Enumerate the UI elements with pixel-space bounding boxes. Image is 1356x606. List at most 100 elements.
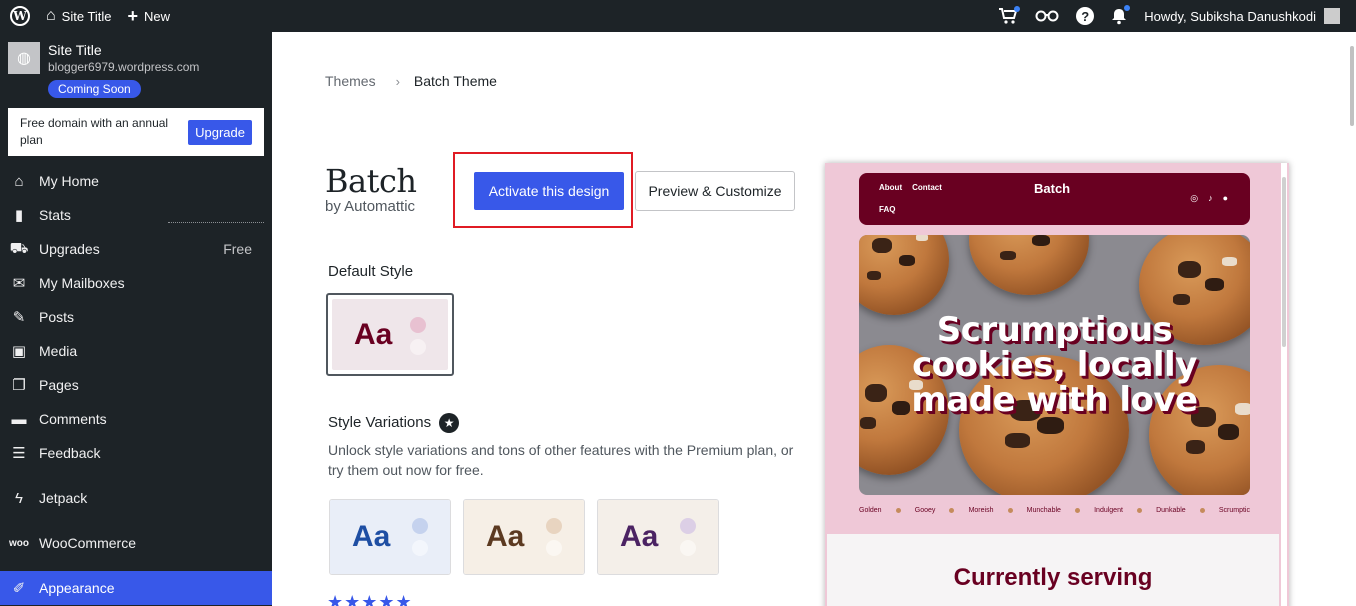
help-icon: ? [1076,7,1095,25]
instagram-icon: ◎ [1190,193,1199,203]
stats-icon: ▮ [14,207,24,224]
site-title-link[interactable]: ⌂ Site Title [38,0,120,32]
color-dot [546,518,562,534]
sidebar-item-label: Upgrades [39,241,100,257]
sidebar-item-posts[interactable]: ✎ Posts [0,300,272,334]
sidebar-item-jetpack[interactable]: ϟ Jetpack [0,481,272,515]
preview-tag: Golden [859,507,882,514]
preview-headline: Scrumptious cookies, locally made with l… [911,310,1198,420]
color-dot [410,317,426,333]
promo-text: Free domain with an annual plan [20,116,169,147]
new-content-link[interactable]: + New [120,0,179,32]
preview-nav-faq: FAQ [879,205,896,214]
cart-button[interactable] [990,0,1026,32]
wordpress-icon: W [10,6,30,26]
site-header[interactable]: ◍ Site Title blogger6979.wordpress.com C… [0,32,272,98]
activate-design-button[interactable]: Activate this design [474,172,624,210]
upgrade-promo: Free domain with an annual plan Upgrade [8,108,264,156]
avatar [1324,8,1340,24]
notifications-button[interactable] [1102,0,1136,32]
sidebar-item-stats[interactable]: ▮ Stats [0,198,272,232]
admin-bar: W ⌂ Site Title + New ? Howdy, Subiksha D… [0,0,1356,32]
sidebar-item-appearance[interactable]: ✐ Appearance [0,571,272,605]
preview-scrollbar[interactable] [1281,163,1287,606]
star-icon: ★ [439,413,460,433]
breadcrumb-themes-link[interactable]: Themes [325,73,376,89]
sidebar-item-label: Media [39,343,78,359]
cart-icon: ⛟ [9,239,29,257]
theme-title: Batch [325,162,417,200]
sidebar-item-label: Posts [39,309,75,325]
chevron-right-icon: › [395,73,400,89]
upgrade-button[interactable]: Upgrade [188,119,252,145]
color-dot [680,540,696,556]
wordpress-logo-button[interactable]: W [0,0,38,32]
sidebar-item-woocommerce[interactable]: woo WooCommerce [0,526,272,560]
sidebar-item-media[interactable]: ▣ Media [0,334,272,368]
menu-separator [0,470,272,481]
preview-nav-about: About [879,183,903,192]
preview-tag: Indulgent [1094,507,1123,514]
style-variation-1[interactable]: Aa [329,499,451,575]
sidebar-site-url: blogger6979.wordpress.com [48,60,200,74]
pages-icon: ❐ [12,377,26,394]
color-dot [680,518,696,534]
greeting-text: Howdy, Subiksha Danushkodi [1144,8,1316,24]
preview-customize-button[interactable]: Preview & Customize [635,171,795,211]
sidebar-item-upgrades[interactable]: ⛟ Upgrades Free [0,232,272,266]
swatch-preview: Aa [332,299,448,370]
preview-tag: Moreish [968,507,994,514]
default-style-swatch[interactable]: Aa [326,293,454,376]
plus-icon: + [127,5,139,26]
swatch-text: Aa [486,520,525,553]
default-style-heading: Default Style [328,263,414,280]
upgrades-plan-label: Free [223,241,252,257]
page-scrollbar[interactable] [1348,32,1356,606]
mail-icon: ✉ [12,275,26,292]
facebook-icon: ● [1222,193,1228,203]
coming-soon-badge[interactable]: Coming Soon [48,80,141,98]
sidebar-item-feedback[interactable]: ☰ Feedback [0,436,272,470]
preview-nav-links: About Contact [879,183,952,192]
theme-preview[interactable]: About Contact FAQ Batch ◎ ♪ ● Scrumptious… [825,163,1289,606]
globe-icon: ◍ [8,42,40,74]
sidebar-item-my-home[interactable]: ⌂ My Home [0,164,272,198]
reader-button[interactable] [1026,0,1068,32]
sidebar-item-label: Stats [39,207,71,223]
sidebar-item-label: Feedback [39,445,101,461]
brush-icon: ✐ [12,580,26,597]
preview-section-title: Currently serving [953,564,1153,591]
style-variations-label: Style Variations [328,413,432,431]
sidebar-item-label: Pages [39,377,79,393]
stats-sparkline [168,222,264,223]
preview-nav: About Contact FAQ Batch ◎ ♪ ● [859,173,1250,225]
swatch-preview: Aa [598,500,718,574]
preview-nav-contact: Contact [912,183,942,192]
preview-hero-image: Scrumptious cookies, locally made with l… [859,235,1250,495]
sidebar-item-my-mailboxes[interactable]: ✉ My Mailboxes [0,266,272,300]
breadcrumb-current: Batch Theme [413,73,497,89]
theme-author[interactable]: by Automattic [325,198,415,215]
style-variation-3[interactable]: Aa [597,499,719,575]
style-variation-2[interactable]: Aa [463,499,585,575]
comment-icon: ▬ [11,410,27,428]
cookie-shape [969,235,1089,295]
swatch-preview: Aa [330,500,450,574]
account-menu[interactable]: Howdy, Subiksha Danushkodi [1136,0,1356,32]
pin-icon: ✎ [12,309,26,326]
main-content: Themes › Batch Theme Batch by Automattic… [272,32,1356,606]
theme-rating-stars: ★★★★★ [327,592,413,606]
preview-tag: Dunkable [1156,507,1186,514]
menu-separator [0,560,272,571]
sidebar-item-comments[interactable]: ▬ Comments [0,402,272,436]
menu-separator [0,515,272,526]
sidebar-item-label: WooCommerce [39,535,136,551]
help-button[interactable]: ? [1068,0,1102,32]
swatch-text: Aa [352,520,391,553]
sidebar-item-label: My Home [39,173,99,189]
breadcrumb: Themes › Batch Theme [325,73,497,89]
sidebar-item-pages[interactable]: ❐ Pages [0,368,272,402]
swatch-preview: Aa [464,500,584,574]
sidebar: ◍ Site Title blogger6979.wordpress.com C… [0,32,272,606]
preview-social-icons: ◎ ♪ ● [1180,193,1228,204]
